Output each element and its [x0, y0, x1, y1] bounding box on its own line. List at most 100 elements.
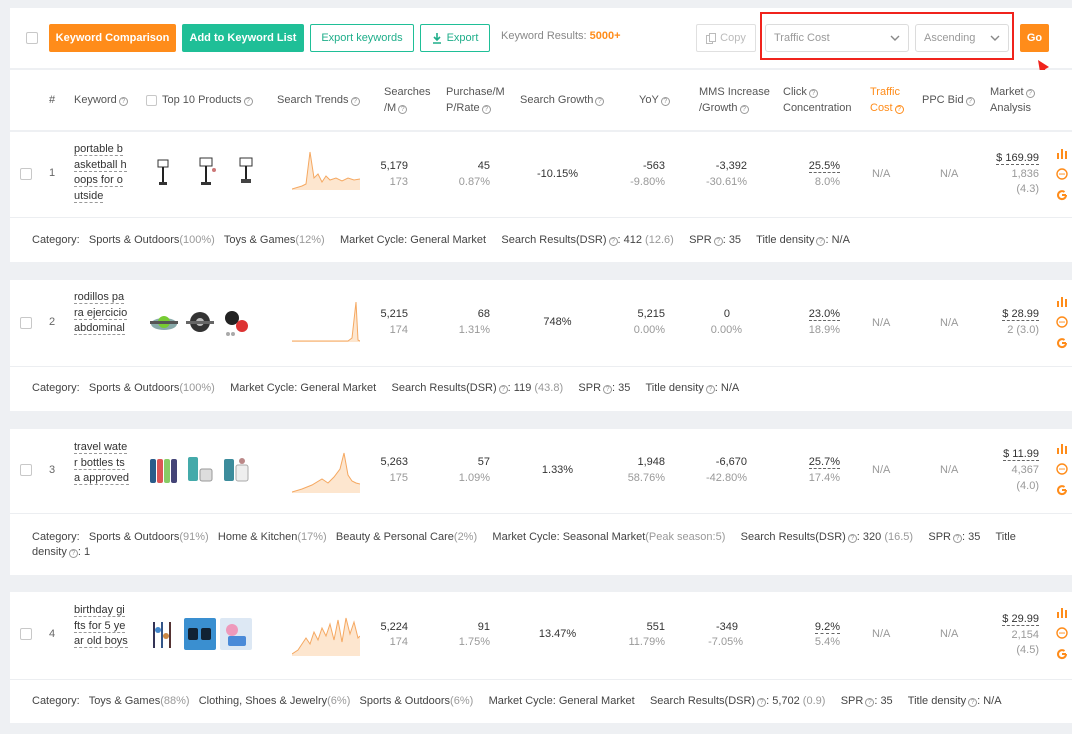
more-icon[interactable] [1056, 316, 1068, 328]
click-concentration[interactable]: 9.2% [790, 620, 840, 635]
google-icon[interactable] [1056, 189, 1068, 201]
row-checkbox[interactable] [20, 464, 32, 476]
header-market[interactable]: Market? Analysis [990, 84, 1035, 116]
category-name[interactable]: Sports & Outdoors [89, 234, 180, 246]
bar-chart-icon[interactable] [1056, 147, 1068, 159]
go-button[interactable]: Go [1020, 24, 1049, 52]
product-image-bottle[interactable] [148, 453, 180, 485]
category-name[interactable]: Toys & Games [224, 234, 296, 246]
search-trend-chart[interactable] [292, 451, 360, 493]
sort-field-select[interactable]: Traffic Cost [765, 24, 909, 52]
product-image-bottle[interactable] [220, 453, 252, 485]
google-icon[interactable] [1056, 337, 1068, 349]
help-icon[interactable]: ? [660, 97, 670, 106]
help-icon[interactable]: ? [1025, 89, 1035, 98]
product-image-bottle[interactable] [184, 453, 216, 485]
mms-value: -3,392 [715, 160, 747, 172]
google-icon[interactable] [1056, 648, 1068, 660]
help-icon[interactable]: ? [705, 385, 715, 394]
category-name[interactable]: Home & Kitchen [218, 531, 297, 543]
market-price[interactable]: $ 11.99 [970, 447, 1039, 462]
row-checkbox[interactable] [20, 628, 32, 640]
help-icon[interactable]: ? [603, 385, 613, 394]
help-icon[interactable]: ? [398, 105, 408, 114]
market-price[interactable]: $ 29.99 [970, 612, 1039, 627]
header-click[interactable]: Click? Concentration [783, 84, 852, 116]
help-icon[interactable]: ? [595, 97, 605, 106]
keyword-comparison-button[interactable]: Keyword Comparison [49, 24, 176, 52]
click-concentration[interactable]: 25.5% [790, 159, 840, 174]
header-searches[interactable]: Searches/M? [384, 84, 430, 116]
row-checkbox[interactable] [20, 317, 32, 329]
bar-chart-icon[interactable] [1056, 606, 1068, 618]
product-image-roller[interactable] [148, 306, 180, 338]
help-icon[interactable]: ? [808, 89, 818, 98]
help-icon[interactable]: ? [498, 385, 508, 394]
bar-chart-icon[interactable] [1056, 295, 1068, 307]
click-concentration[interactable]: 25.7% [790, 455, 840, 470]
help-icon[interactable]: ? [952, 534, 962, 543]
search-trend-chart[interactable] [292, 300, 360, 342]
more-icon[interactable] [1056, 627, 1068, 639]
search-trend-chart[interactable] [292, 148, 360, 190]
help-icon[interactable]: ? [350, 97, 360, 106]
copy-button[interactable]: Copy [696, 24, 756, 52]
select-all-checkbox[interactable] [26, 32, 38, 44]
dsr-label: Search Results(DSR) [501, 234, 607, 246]
product-image-hoop[interactable] [226, 154, 258, 186]
row-checkbox[interactable] [20, 168, 32, 180]
keyword-link[interactable]: travel wate r bottles ts a approved [74, 440, 136, 487]
category-name[interactable]: Sports & Outdoors [89, 382, 180, 394]
google-icon[interactable] [1056, 484, 1068, 496]
help-icon[interactable]: ? [118, 97, 128, 106]
category-name[interactable]: Beauty & Personal Care [336, 531, 454, 543]
keyword-link[interactable]: rodillos pa ra ejercicio abdominal [74, 290, 136, 337]
help-icon[interactable]: ? [968, 698, 978, 707]
help-icon[interactable]: ? [847, 534, 857, 543]
product-image-toy[interactable] [148, 618, 180, 650]
header-growth[interactable]: Search Growth? [520, 92, 605, 108]
header-ppc[interactable]: PPC Bid? [922, 92, 975, 108]
header-keyword[interactable]: Keyword? [74, 92, 128, 108]
help-icon[interactable]: ? [739, 105, 749, 114]
help-icon[interactable]: ? [894, 105, 904, 114]
header-top10[interactable]: Top 10 Products? [162, 92, 253, 108]
bar-chart-icon[interactable] [1056, 442, 1068, 454]
keyword-link[interactable]: portable b asketball h oops for o utside [74, 142, 136, 204]
help-icon[interactable]: ? [243, 97, 253, 106]
more-icon[interactable] [1056, 168, 1068, 180]
header-traffic-cost[interactable]: Traffic Cost? [870, 84, 904, 116]
top10-checkbox[interactable] [146, 95, 157, 106]
product-image-hoop[interactable] [154, 154, 186, 186]
category-name[interactable]: Sports & Outdoors [360, 695, 451, 707]
product-image-toy[interactable] [184, 618, 216, 650]
help-icon[interactable]: ? [68, 549, 78, 558]
category-name[interactable]: Sports & Outdoors [89, 531, 180, 543]
export-keywords-button[interactable]: Export keywords [310, 24, 414, 52]
product-image-roller[interactable] [220, 306, 252, 338]
header-mms[interactable]: MMS Increase/Growth? [699, 84, 770, 116]
product-image-roller[interactable] [184, 306, 216, 338]
category-name[interactable]: Clothing, Shoes & Jewelry [199, 695, 327, 707]
keyword-link[interactable]: birthday gi fts for 5 ye ar old boys [74, 603, 136, 650]
help-icon[interactable]: ? [757, 698, 767, 707]
category-name[interactable]: Toys & Games [89, 695, 161, 707]
market-price[interactable]: $ 28.99 [970, 307, 1039, 322]
product-image-hoop[interactable] [190, 154, 222, 186]
help-icon[interactable]: ? [608, 237, 618, 246]
help-icon[interactable]: ? [713, 237, 723, 246]
more-icon[interactable] [1056, 463, 1068, 475]
help-icon[interactable]: ? [965, 97, 975, 106]
market-price[interactable]: $ 169.99 [970, 151, 1039, 166]
header-yoy[interactable]: YoY? [639, 92, 670, 108]
header-purchase[interactable]: Purchase/M P/Rate? [446, 84, 505, 116]
export-button[interactable]: Export [420, 24, 490, 52]
help-icon[interactable]: ? [481, 105, 491, 114]
sort-order-select[interactable]: Ascending [915, 24, 1009, 52]
header-trends[interactable]: Search Trends? [277, 92, 360, 108]
product-image-toy[interactable] [220, 618, 252, 650]
add-to-keyword-list-button[interactable]: Add to Keyword List [182, 24, 304, 52]
help-icon[interactable]: ? [865, 698, 875, 707]
click-concentration[interactable]: 23.0% [790, 307, 840, 322]
search-trend-chart[interactable] [292, 614, 360, 656]
